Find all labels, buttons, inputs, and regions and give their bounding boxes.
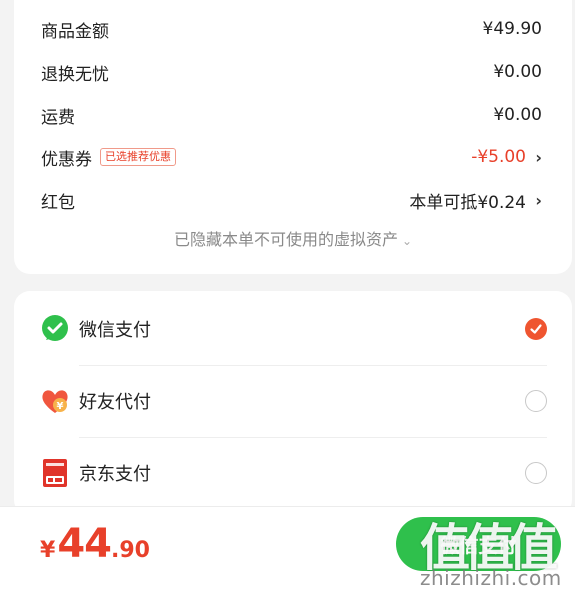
payment-option-wechat[interactable]: 微信支付	[14, 293, 572, 365]
wechat-pay-icon	[39, 313, 71, 345]
goods-amount-label: 商品金额	[41, 21, 109, 42]
coupon-tag: 已选推荐优惠	[100, 148, 176, 166]
row-red-packet[interactable]: 红包 本单可抵¥0.24 ›	[41, 187, 542, 213]
friend-pay-label: 好友代付	[79, 392, 151, 413]
red-packet-value: 本单可抵¥0.24	[409, 192, 526, 213]
watermark-url: zhizhizhi.com	[420, 566, 562, 590]
friend-pay-radio[interactable]	[525, 390, 547, 412]
payment-option-friend[interactable]: ¥ 好友代付	[14, 365, 572, 437]
chevron-right-icon: ›	[535, 190, 542, 210]
jd-pay-icon	[39, 457, 71, 489]
row-coupon[interactable]: 优惠券 已选推荐优惠 -¥5.00 ›	[41, 144, 542, 170]
wechat-pay-radio[interactable]	[525, 318, 547, 340]
coupon-label: 优惠券	[41, 149, 92, 170]
jd-pay-radio[interactable]	[525, 462, 547, 484]
shipping-value: ¥0.00	[493, 105, 542, 125]
chevron-right-icon: ›	[535, 147, 542, 167]
row-return-insurance: 退换无忧 ¥0.00	[41, 59, 542, 85]
payment-methods-card: 微信支付 ¥ 好友代付 京东支付	[14, 291, 572, 516]
goods-amount-value: ¥49.90	[482, 19, 542, 39]
return-insurance-label: 退换无忧	[41, 64, 109, 85]
check-icon	[530, 324, 542, 334]
red-packet-label: 红包	[41, 192, 75, 213]
svg-text:¥: ¥	[57, 401, 64, 412]
hidden-assets-text: 已隐藏本单不可使用的虚拟资产	[173, 230, 398, 249]
coupon-value: -¥5.00	[471, 147, 526, 167]
jd-pay-label: 京东支付	[79, 464, 151, 485]
shipping-label: 运费	[41, 107, 75, 128]
row-shipping: 运费 ¥0.00	[41, 102, 542, 128]
hidden-assets-toggle[interactable]: 已隐藏本单不可使用的虚拟资产 ⌄	[14, 226, 572, 250]
payment-option-jd[interactable]: 京东支付	[14, 437, 572, 509]
order-summary-card: 商品金额 ¥49.90 退换无忧 ¥0.00 运费 ¥0.00 优惠券 已选推荐…	[14, 0, 572, 274]
total-decimal: .90	[110, 538, 150, 563]
return-insurance-value: ¥0.00	[493, 62, 542, 82]
order-total: ¥ 44 .90	[40, 521, 150, 567]
friend-pay-heart-icon: ¥	[39, 385, 71, 417]
chevron-down-icon: ⌄	[401, 234, 413, 248]
row-goods-amount: 商品金额 ¥49.90	[41, 16, 542, 42]
total-integer: 44	[57, 521, 112, 567]
total-currency: ¥	[40, 538, 56, 563]
wechat-pay-label: 微信支付	[79, 320, 151, 341]
